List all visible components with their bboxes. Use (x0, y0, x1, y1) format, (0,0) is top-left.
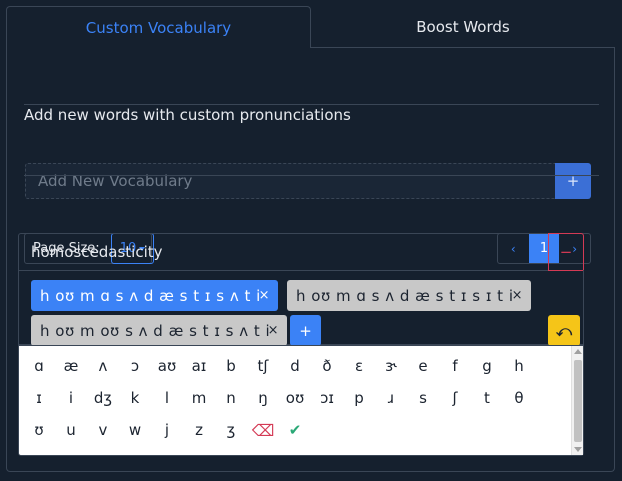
keyboard-scrollbar[interactable] (571, 346, 583, 455)
pronunciation-text: h oʊ m ɑ s ʌ d æ s t ɪ s ʌ t i (40, 286, 261, 305)
phoneme-key[interactable]: g (471, 352, 503, 380)
phoneme-key[interactable]: i (55, 384, 87, 412)
phoneme-key[interactable]: θ (503, 384, 535, 412)
delete-term-button[interactable]: − (548, 233, 584, 271)
phoneme-key[interactable]: ɹ (375, 384, 407, 412)
scroll-up-arrow-icon[interactable] (574, 349, 582, 354)
ipa-keyboard: ɑ æ ʌ ɔ aʊ aɪ b tʃ d ð ɛ ɝ e f g h ɪ i d… (18, 345, 584, 456)
undo-button[interactable]: ⤺ (548, 315, 580, 346)
tab-bar: Custom Vocabulary Boost Words (6, 6, 615, 48)
remove-pronunciation-icon[interactable]: × (512, 280, 523, 311)
tab-boost-words[interactable]: Boost Words (311, 6, 615, 48)
pronunciation-text: h oʊ m ɑ s ʌ d æ s t ɪ s ɪ t i (296, 286, 514, 305)
add-vocabulary-input[interactable]: Add New Vocabulary (25, 163, 556, 199)
phoneme-key[interactable]: ɛ (343, 352, 375, 380)
phoneme-key[interactable]: k (119, 384, 151, 412)
divider (24, 104, 599, 105)
phoneme-key[interactable]: p (343, 384, 375, 412)
phoneme-key[interactable]: f (439, 352, 471, 380)
phoneme-key[interactable]: æ (55, 352, 87, 380)
phoneme-key[interactable]: ð (311, 352, 343, 380)
phoneme-key[interactable]: oʊ (279, 384, 311, 412)
scroll-down-arrow-icon[interactable] (574, 447, 582, 452)
phoneme-key[interactable]: aʊ (151, 352, 183, 380)
phoneme-key[interactable]: ʌ (87, 352, 119, 380)
phoneme-key[interactable]: ʃ (439, 384, 471, 412)
pronunciation-list: h oʊ m ɑ s ʌ d æ s t ɪ s ʌ t i × h oʊ m … (18, 270, 584, 346)
phoneme-key[interactable]: u (55, 416, 87, 444)
vocabulary-term-field[interactable]: homoscedasticity (18, 233, 549, 271)
phoneme-key[interactable]: ɔɪ (311, 384, 343, 412)
phoneme-key[interactable]: ɝ (375, 352, 407, 380)
phoneme-key[interactable]: s (407, 384, 439, 412)
confirm-check-icon[interactable]: ✔ (279, 416, 311, 444)
remove-pronunciation-icon[interactable]: × (259, 280, 270, 311)
tab-custom-vocabulary[interactable]: Custom Vocabulary (6, 6, 311, 48)
phoneme-key[interactable]: v (87, 416, 119, 444)
phoneme-key[interactable]: ŋ (247, 384, 279, 412)
phoneme-key[interactable]: l (151, 384, 183, 412)
phoneme-key[interactable]: b (215, 352, 247, 380)
phoneme-key[interactable]: ɔ (119, 352, 151, 380)
phoneme-key[interactable]: ʊ (23, 416, 55, 444)
keyboard-row: ʊ u v w j z ʒ ⌫ ✔ (23, 416, 311, 444)
keyboard-row: ɑ æ ʌ ɔ aʊ aɪ b tʃ d ð ɛ ɝ e f g h (23, 352, 535, 380)
phoneme-key[interactable]: w (119, 416, 151, 444)
phoneme-key[interactable]: n (215, 384, 247, 412)
add-pronunciation-button[interactable]: + (290, 315, 321, 346)
phoneme-key[interactable]: e (407, 352, 439, 380)
add-vocabulary-button[interactable]: + (555, 163, 591, 199)
divider (24, 175, 599, 176)
phoneme-key[interactable]: ɪ (23, 384, 55, 412)
phoneme-key[interactable]: h (503, 352, 535, 380)
phoneme-key[interactable]: j (151, 416, 183, 444)
backspace-icon[interactable]: ⌫ (247, 416, 279, 444)
section-subtitle: Add new words with custom pronunciations (24, 106, 351, 124)
phoneme-key[interactable]: dʒ (87, 384, 119, 412)
phoneme-key[interactable]: ɑ (23, 352, 55, 380)
phoneme-key[interactable]: t (471, 384, 503, 412)
phoneme-key[interactable]: tʃ (247, 352, 279, 380)
pronunciation-chip[interactable]: h oʊ m oʊ s ʌ d æ s t ɪ s ʌ t i × (31, 315, 287, 346)
phoneme-key[interactable]: d (279, 352, 311, 380)
scrollbar-thumb[interactable] (574, 360, 582, 442)
pronunciation-chip[interactable]: h oʊ m ɑ s ʌ d æ s t ɪ s ɪ t i × (287, 280, 531, 311)
pronunciation-chip-selected[interactable]: h oʊ m ɑ s ʌ d æ s t ɪ s ʌ t i × (31, 280, 278, 311)
pronunciation-text: h oʊ m oʊ s ʌ d æ s t ɪ s ʌ t i (40, 321, 271, 340)
phoneme-key[interactable]: aɪ (183, 352, 215, 380)
phoneme-key[interactable]: z (183, 416, 215, 444)
keyboard-row: ɪ i dʒ k l m n ŋ oʊ ɔɪ p ɹ s ʃ t θ (23, 384, 535, 412)
phoneme-key[interactable]: m (183, 384, 215, 412)
phoneme-key[interactable]: ʒ (215, 416, 247, 444)
remove-pronunciation-icon[interactable]: × (268, 315, 279, 346)
